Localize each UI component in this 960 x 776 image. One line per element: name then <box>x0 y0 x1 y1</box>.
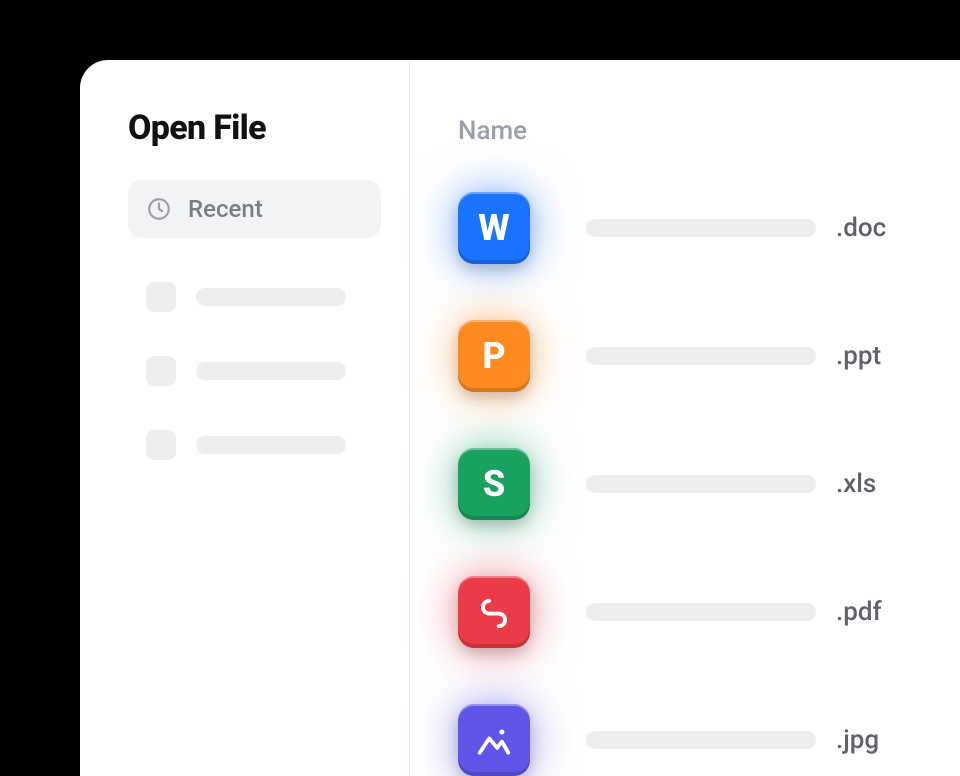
file-name-placeholder <box>586 219 816 237</box>
file-extension: .ppt <box>836 341 881 371</box>
file-row-pdf[interactable]: .pdf <box>458 566 960 658</box>
sidebar-item-placeholder[interactable] <box>128 356 381 386</box>
open-file-dialog: Open File Recent Name W <box>80 60 960 776</box>
sidebar: Open File Recent <box>80 60 410 776</box>
file-list-panel: Name W .doc P .ppt S .xls <box>410 60 960 776</box>
file-row-doc[interactable]: W .doc <box>458 182 960 274</box>
placeholder-label <box>196 288 346 306</box>
file-name-placeholder <box>586 731 816 749</box>
file-row-ppt[interactable]: P .ppt <box>458 310 960 402</box>
file-name-placeholder <box>586 347 816 365</box>
sidebar-item-placeholder[interactable] <box>128 430 381 460</box>
file-name-placeholder <box>586 475 816 493</box>
clock-icon <box>146 196 172 222</box>
image-icon <box>458 704 530 776</box>
column-header-name: Name <box>458 116 960 146</box>
file-icon-letter: W <box>478 207 509 249</box>
file-icon-letter: S <box>483 463 505 505</box>
word-icon: W <box>458 192 530 264</box>
placeholder-icon <box>146 430 176 460</box>
placeholder-icon <box>146 356 176 386</box>
dialog-title: Open File <box>128 108 381 148</box>
placeholder-icon <box>146 282 176 312</box>
file-extension: .jpg <box>836 725 879 755</box>
file-extension: .pdf <box>836 597 882 627</box>
file-extension: .doc <box>836 213 886 243</box>
sidebar-item-recent[interactable]: Recent <box>128 180 381 238</box>
file-name-placeholder <box>586 603 816 621</box>
file-extension: .xls <box>836 469 876 499</box>
file-icon-letter: P <box>482 335 505 377</box>
powerpoint-icon: P <box>458 320 530 392</box>
pdf-icon <box>458 576 530 648</box>
placeholder-label <box>196 362 346 380</box>
sidebar-item-label: Recent <box>188 195 263 223</box>
placeholder-label <box>196 436 346 454</box>
sidebar-item-placeholder[interactable] <box>128 282 381 312</box>
file-row-jpg[interactable]: .jpg <box>458 694 960 776</box>
spreadsheet-icon: S <box>458 448 530 520</box>
file-row-xls[interactable]: S .xls <box>458 438 960 530</box>
